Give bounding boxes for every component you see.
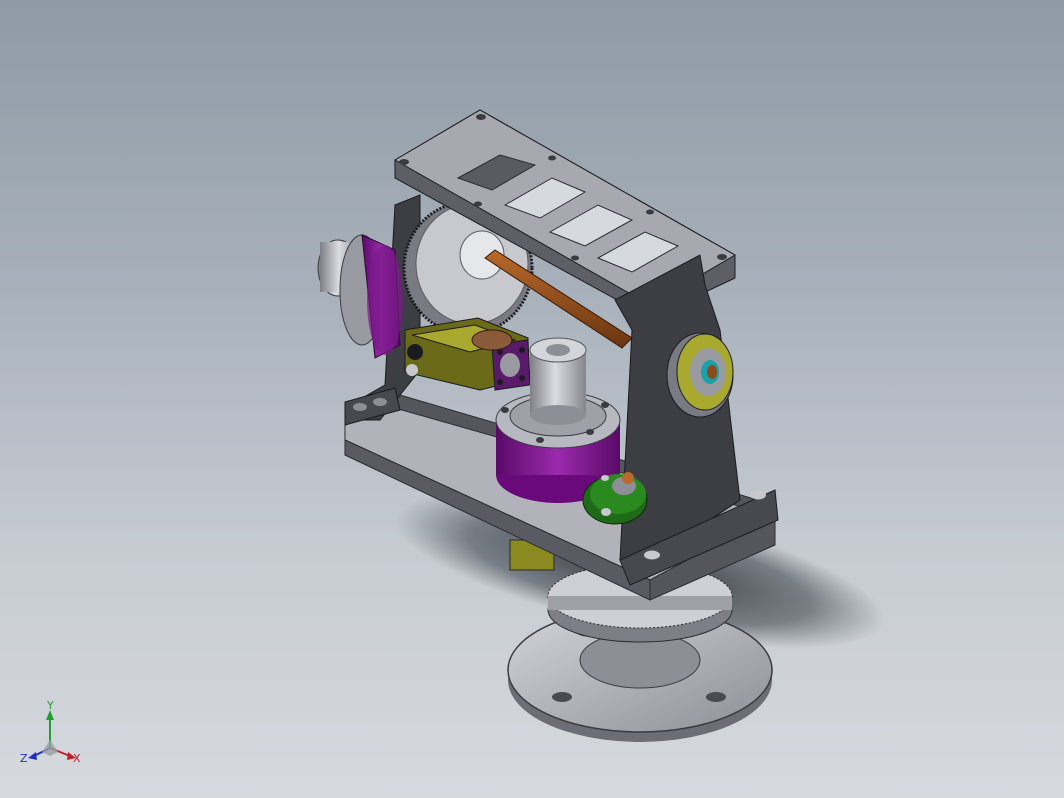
z-axis-label: Z [20,752,28,765]
x-axis-label: X [73,752,81,765]
cad-model-view[interactable] [0,0,1064,798]
pinion-gear[interactable] [471,329,513,351]
right-bearing[interactable] [666,332,734,418]
orientation-triad[interactable]: Y X Z [20,699,90,780]
left-motor[interactable] [317,234,403,359]
triad-origin [42,740,58,756]
graphics-viewport[interactable]: Y X Z [0,0,1064,798]
gearbox-housing[interactable] [404,317,531,391]
z-axis-arrow [28,752,37,760]
y-axis-label: Y [46,700,54,712]
